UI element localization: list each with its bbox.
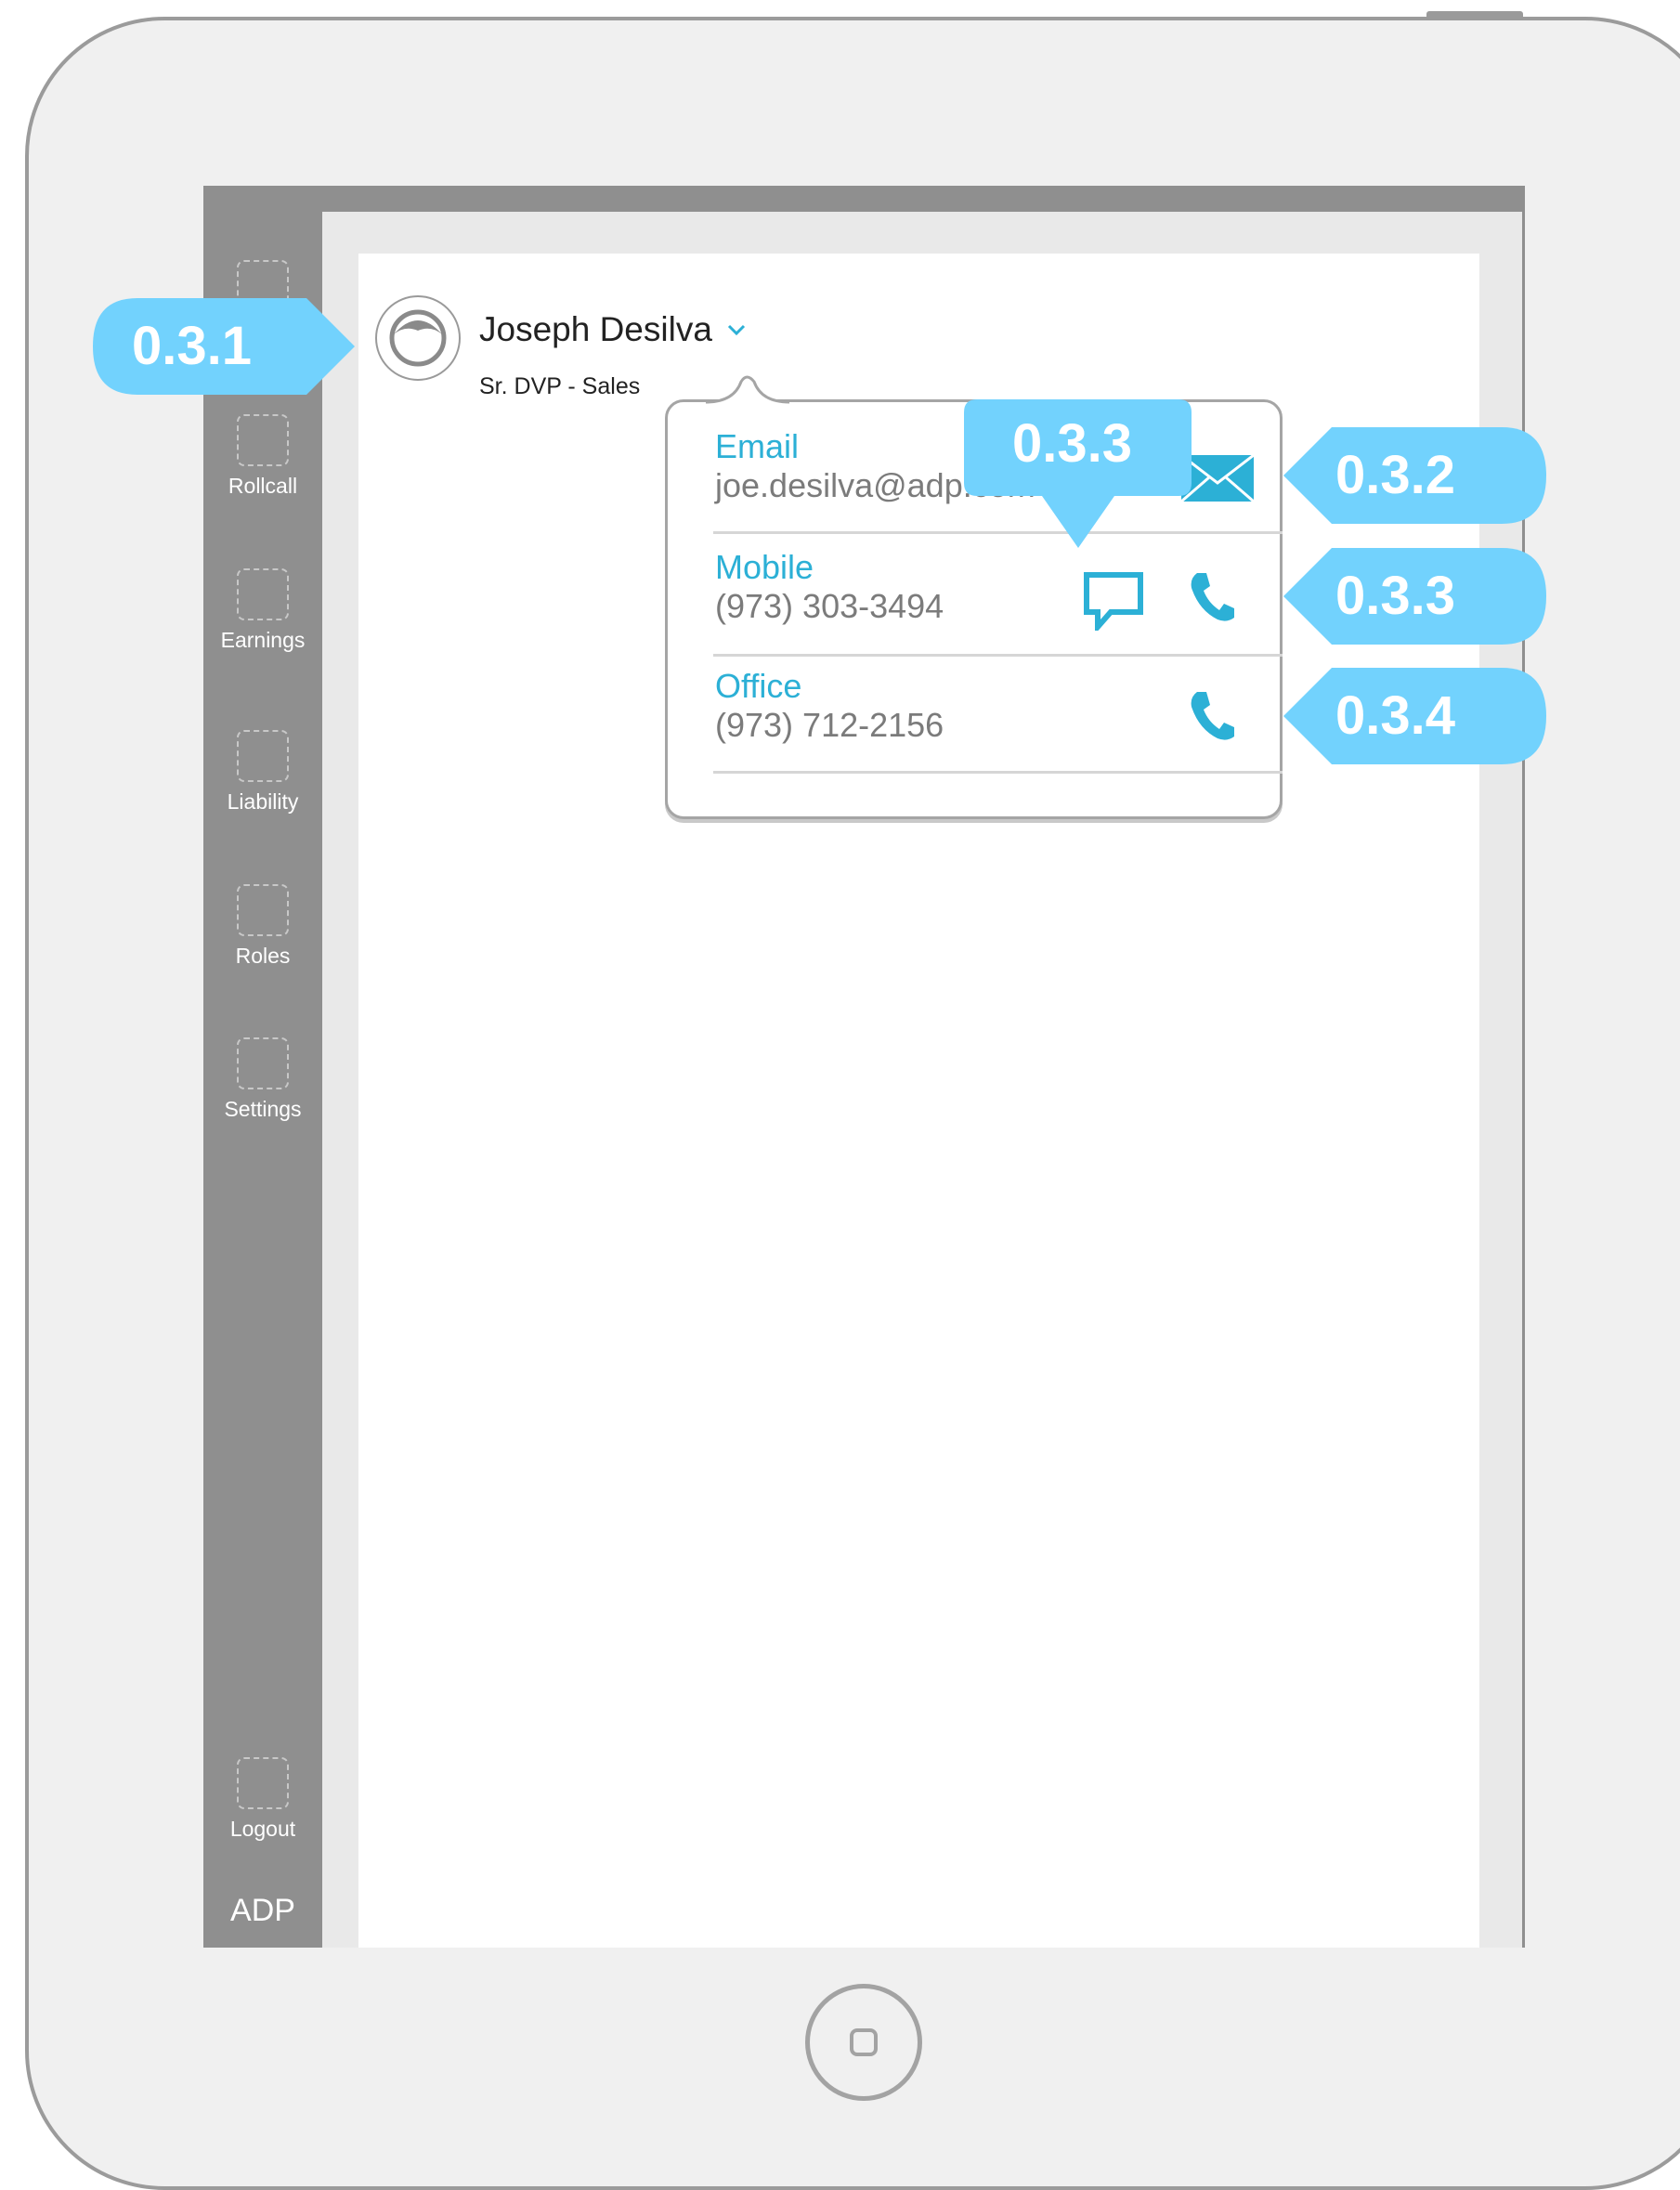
logout-icon <box>237 1757 289 1809</box>
callout-profile: 0.3.1 <box>93 298 358 395</box>
office-value: (973) 712-2156 <box>715 706 944 744</box>
email-label: Email <box>715 427 800 465</box>
divider <box>713 771 1283 774</box>
divider <box>713 654 1283 657</box>
sidebar-item-label: Earnings <box>220 628 306 652</box>
liability-icon <box>237 730 289 782</box>
sidebar-item-logout[interactable]: Logout <box>203 1757 322 1842</box>
mobile-value: (973) 303-3494 <box>715 587 944 625</box>
sidebar-item-label: Rollcall <box>228 474 298 498</box>
callout-mobile: 0.3.3 <box>1283 548 1546 645</box>
sidebar-item-liability[interactable]: Liability <box>203 730 322 815</box>
earnings-icon <box>237 568 289 620</box>
callout-message: 0.3.3 <box>964 399 1192 550</box>
profile-title: Sr. DVP - Sales <box>479 373 641 399</box>
sidebar-item-roles[interactable]: Roles <box>203 884 322 969</box>
phone-icon[interactable] <box>1190 571 1236 623</box>
phone-icon[interactable] <box>1190 690 1236 742</box>
office-label: Office <box>715 667 802 705</box>
sidebar-item-label: Logout <box>229 1817 296 1841</box>
callout-office: 0.3.4 <box>1283 668 1546 764</box>
sidebar-item-earnings[interactable]: Earnings <box>203 568 322 653</box>
sidebar-item-label: Liability <box>227 789 299 814</box>
sidebar: Rollcall Earnings Liability Roles Settin… <box>203 209 322 1948</box>
sidebar-item-rollcall[interactable]: Rollcall <box>203 414 322 499</box>
envelope-icon[interactable] <box>1181 455 1254 502</box>
callout-email: 0.3.2 <box>1283 427 1546 524</box>
brand-logo: ADP <box>230 1893 295 1928</box>
chevron-down-icon[interactable] <box>724 318 749 342</box>
user-avatar-icon[interactable] <box>375 295 461 381</box>
sidebar-item-label: Roles <box>235 944 291 968</box>
sidebar-item-settings[interactable]: Settings <box>203 1037 322 1122</box>
power-button <box>1426 11 1523 20</box>
chat-bubble-icon[interactable] <box>1083 571 1144 631</box>
settings-icon <box>237 1037 289 1089</box>
mobile-label: Mobile <box>715 548 814 586</box>
rollcall-icon <box>237 414 289 466</box>
sidebar-item-label: Settings <box>224 1097 302 1121</box>
popover-arrow <box>706 375 789 405</box>
profile-name[interactable]: Joseph Desilva <box>479 310 712 349</box>
roles-icon <box>237 884 289 936</box>
home-button-icon[interactable] <box>805 1984 922 2101</box>
